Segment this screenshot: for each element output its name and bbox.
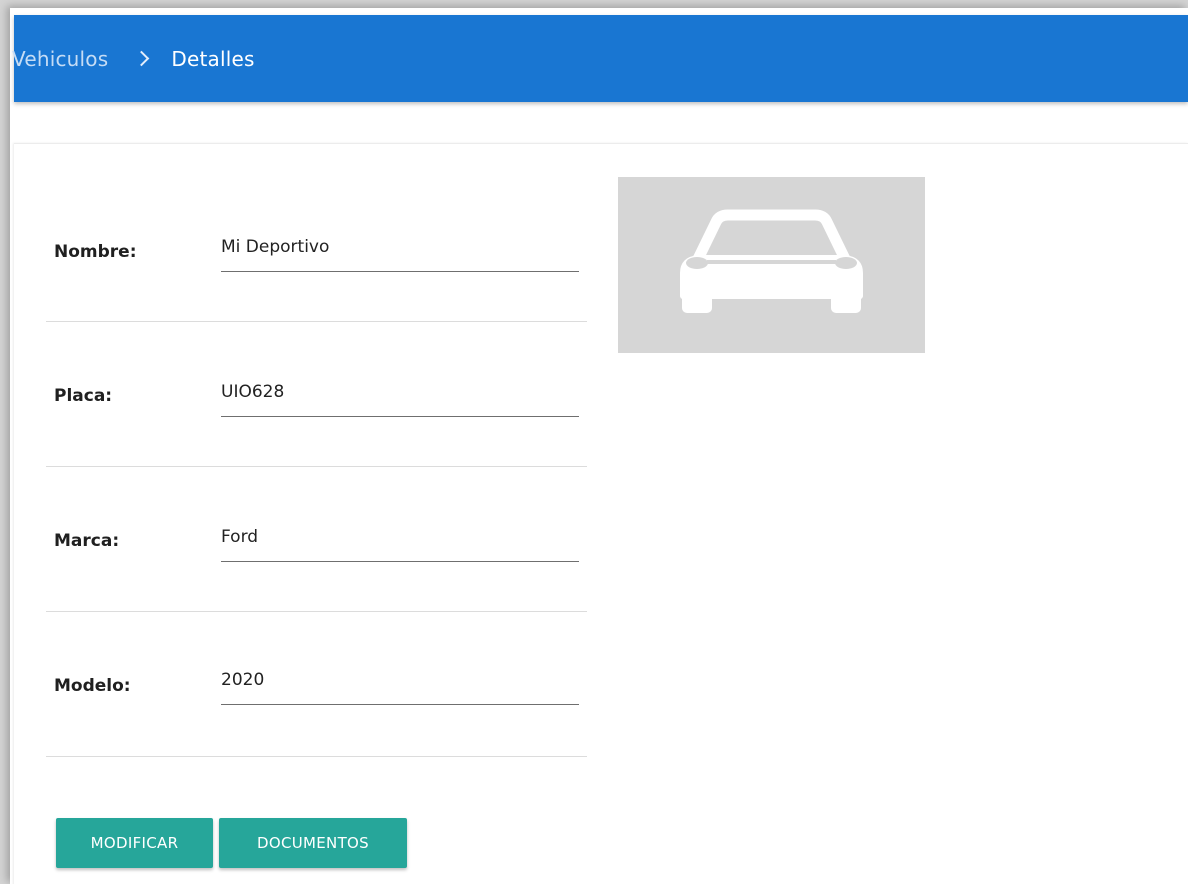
placa-value: UIO628 — [221, 382, 285, 402]
vehicle-details-card: Nombre: Mi Deportivo Placa: UIO628 Marca… — [14, 143, 1188, 884]
field-row-modelo: Modelo: 2020 — [46, 611, 587, 757]
top-app-bar: Vehiculos Detalles — [12, 15, 1188, 102]
field-row-placa: Placa: UIO628 — [46, 321, 587, 467]
field-label-modelo: Modelo: — [54, 676, 131, 696]
marca-field[interactable]: Ford — [221, 521, 579, 562]
field-row-nombre: Nombre: Mi Deportivo — [46, 176, 587, 322]
field-label-marca: Marca: — [54, 531, 120, 551]
documentos-button[interactable]: DOCUMENTOS — [219, 818, 407, 868]
car-icon — [680, 209, 863, 313]
placa-field[interactable]: UIO628 — [221, 376, 579, 417]
breadcrumb: Vehiculos Detalles — [12, 15, 255, 102]
field-label-placa: Placa: — [54, 386, 113, 406]
nombre-value: Mi Deportivo — [221, 237, 330, 257]
app-window: Vehiculos Detalles Nombre: Mi Deportivo … — [10, 8, 1188, 884]
field-row-marca: Marca: Ford — [46, 466, 587, 612]
nombre-field[interactable]: Mi Deportivo — [221, 231, 579, 272]
breadcrumb-current: Detalles — [171, 46, 255, 71]
field-label-nombre: Nombre: — [54, 242, 137, 262]
vehicle-photo-placeholder[interactable] — [618, 177, 925, 353]
modelo-value: 2020 — [221, 670, 265, 690]
marca-value: Ford — [221, 527, 259, 547]
breadcrumb-vehiculos-link[interactable]: Vehiculos — [12, 47, 108, 71]
modelo-field[interactable]: 2020 — [221, 664, 579, 705]
chevron-right-icon — [134, 50, 150, 67]
modificar-button[interactable]: MODIFICAR — [56, 818, 213, 868]
